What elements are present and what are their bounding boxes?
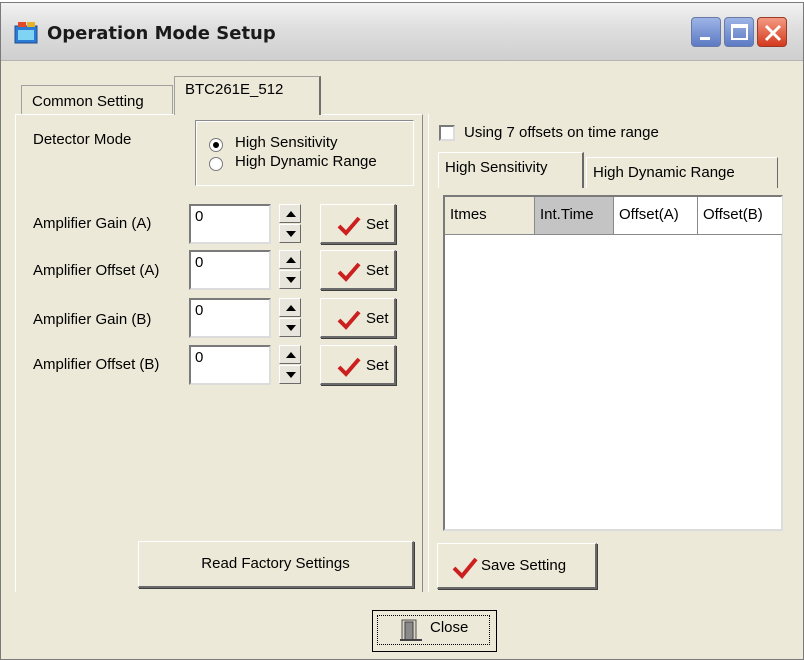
amp-gain-b-label: Amplifier Gain (B) xyxy=(33,311,152,328)
amp-gain-b-spinner[interactable] xyxy=(279,298,301,338)
spin-down-button[interactable] xyxy=(279,365,301,384)
set-button-label: Set xyxy=(366,262,389,279)
spin-down-button[interactable] xyxy=(279,224,301,243)
column-header-int-time[interactable]: Int.Time xyxy=(535,197,614,235)
minimize-icon xyxy=(700,37,710,40)
amp-offset-a-input[interactable]: 0 xyxy=(189,250,271,290)
read-factory-settings-button[interactable]: Read Factory Settings xyxy=(138,541,414,588)
amp-offset-b-input[interactable]: 0 xyxy=(189,345,271,385)
app-icon xyxy=(14,22,38,44)
arrow-down-icon xyxy=(286,372,296,378)
column-header-offset-b[interactable]: Offset(B) xyxy=(698,197,782,235)
set-gain-a-button[interactable]: Set xyxy=(320,204,396,244)
arrow-down-icon xyxy=(286,277,296,283)
amp-offset-a-label: Amplifier Offset (A) xyxy=(33,262,160,279)
tab-high-dynamic-range[interactable]: High Dynamic Range xyxy=(586,157,778,188)
close-button[interactable]: Close xyxy=(372,610,497,652)
radio-high-dynamic-range-label[interactable]: High Dynamic Range xyxy=(235,153,377,170)
arrow-down-icon xyxy=(286,325,296,331)
arrow-down-icon xyxy=(286,231,296,237)
arrow-up-icon xyxy=(286,305,296,311)
check-icon xyxy=(337,216,361,236)
set-button-label: Set xyxy=(366,216,389,233)
close-button-label: Close xyxy=(430,619,469,636)
maximize-icon xyxy=(731,24,748,40)
amp-gain-a-input[interactable]: 0 xyxy=(189,204,271,244)
amp-gain-a-label: Amplifier Gain (A) xyxy=(33,215,152,232)
check-icon xyxy=(337,310,361,330)
tab-common-setting[interactable]: Common Setting xyxy=(21,85,173,114)
spin-down-button[interactable] xyxy=(279,270,301,289)
window-title: Operation Mode Setup xyxy=(47,23,276,44)
set-button-label: Set xyxy=(366,310,389,327)
door-exit-icon xyxy=(400,619,422,641)
spin-down-button[interactable] xyxy=(279,318,301,337)
spin-up-button[interactable] xyxy=(279,250,301,269)
radio-high-dynamic-range[interactable] xyxy=(209,157,223,171)
arrow-up-icon xyxy=(286,211,296,217)
tab-high-sensitivity[interactable]: High Sensitivity xyxy=(438,152,584,188)
maximize-button[interactable] xyxy=(724,17,754,47)
set-button-label: Set xyxy=(366,357,389,374)
spin-up-button[interactable] xyxy=(279,204,301,223)
using-7-offsets-checkbox[interactable] xyxy=(439,125,455,141)
column-header-items[interactable]: Itmes xyxy=(445,197,535,235)
radio-selected-dot xyxy=(213,142,219,148)
detector-mode-label: Detector Mode xyxy=(33,131,132,148)
save-setting-button[interactable]: Save Setting xyxy=(437,543,597,589)
radio-high-sensitivity-label[interactable]: High Sensitivity xyxy=(235,134,338,151)
close-icon xyxy=(764,24,782,42)
arrow-up-icon xyxy=(286,257,296,263)
arrow-up-icon xyxy=(286,352,296,358)
set-offset-b-button[interactable]: Set xyxy=(320,345,396,385)
using-7-offsets-label[interactable]: Using 7 offsets on time range xyxy=(464,124,659,141)
column-header-offset-a[interactable]: Offset(A) xyxy=(614,197,698,235)
spin-up-button[interactable] xyxy=(279,345,301,364)
offsets-table[interactable]: Itmes Int.Time Offset(A) Offset(B) xyxy=(443,195,783,531)
tab-btc261e-512[interactable]: BTC261E_512 xyxy=(174,76,321,115)
amp-gain-a-spinner[interactable] xyxy=(279,204,301,244)
amp-offset-a-spinner[interactable] xyxy=(279,250,301,290)
radio-high-sensitivity[interactable] xyxy=(209,138,223,152)
close-window-button[interactable] xyxy=(757,17,787,47)
save-setting-label: Save Setting xyxy=(481,557,567,574)
amp-offset-b-label: Amplifier Offset (B) xyxy=(33,356,160,373)
check-icon xyxy=(337,262,361,282)
set-offset-a-button[interactable]: Set xyxy=(320,250,396,290)
amp-gain-b-input[interactable]: 0 xyxy=(189,298,271,338)
minimize-button[interactable] xyxy=(691,17,721,47)
check-icon xyxy=(452,557,478,579)
spin-up-button[interactable] xyxy=(279,298,301,317)
set-gain-b-button[interactable]: Set xyxy=(320,298,396,338)
title-bar[interactable]: Operation Mode Setup xyxy=(1,3,803,61)
check-icon xyxy=(337,357,361,377)
amp-offset-b-spinner[interactable] xyxy=(279,345,301,385)
